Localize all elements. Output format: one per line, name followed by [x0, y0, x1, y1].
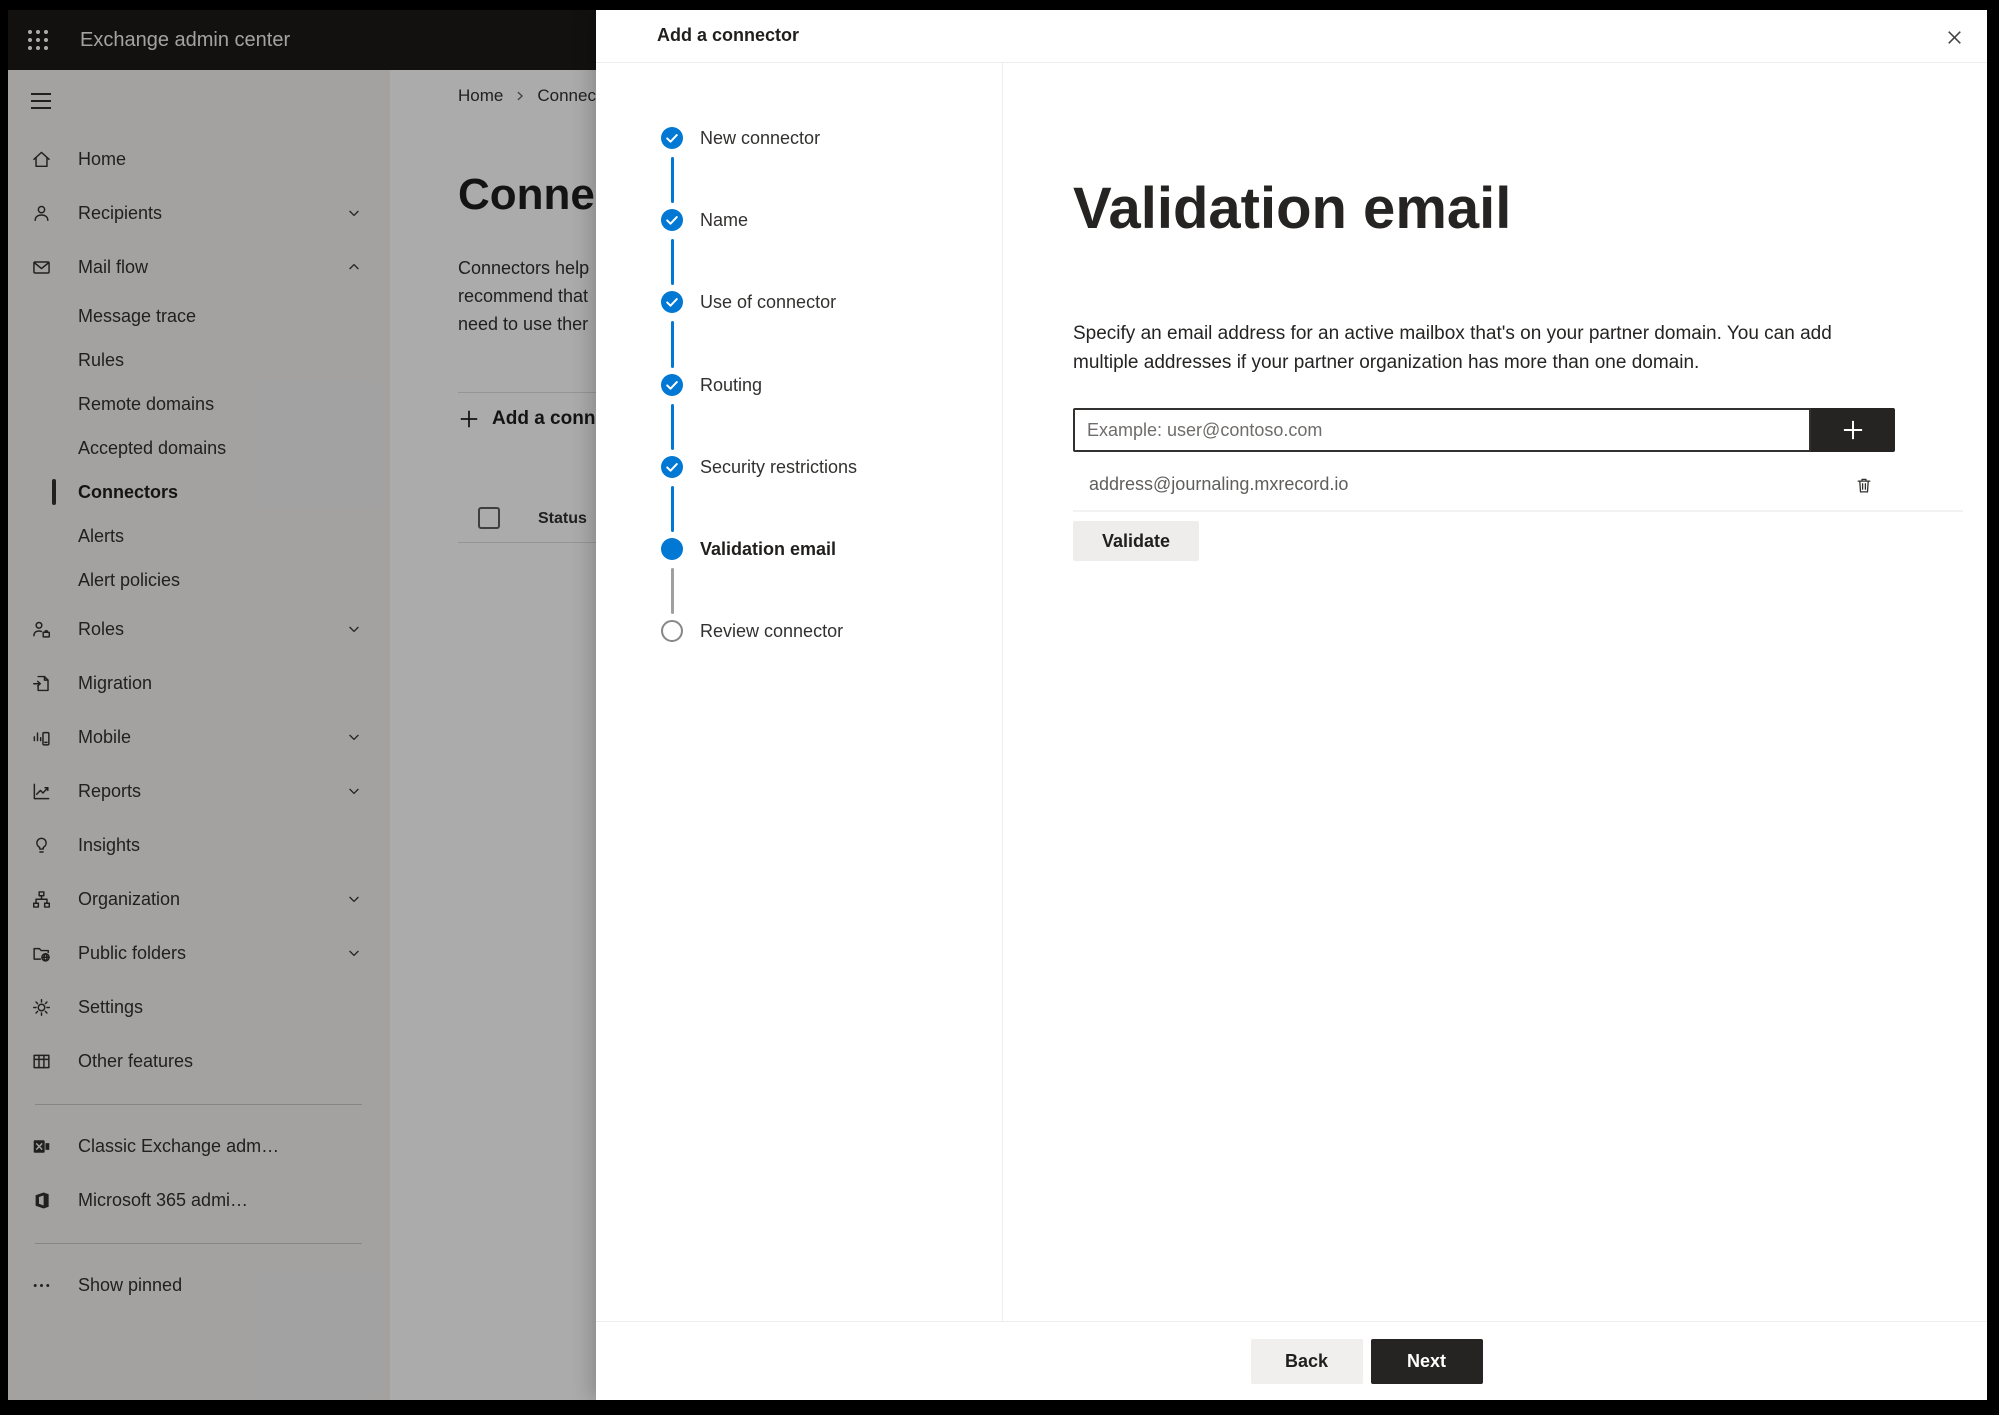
- step-connector-line: [670, 404, 674, 450]
- panel-footer: Back Next: [596, 1321, 1987, 1400]
- step-completed-icon: [661, 291, 683, 313]
- step-completed-icon: [661, 127, 683, 149]
- step-connector-line: [670, 486, 674, 532]
- step-current-icon: [661, 538, 683, 560]
- add-email-button[interactable]: [1811, 408, 1895, 452]
- step-content: Validation email Specify an email addres…: [1003, 63, 1987, 1321]
- step-connector-line: [670, 568, 674, 614]
- panel-header: Add a connector: [596, 10, 1987, 63]
- close-button[interactable]: [1935, 18, 1973, 56]
- trash-icon: [1857, 478, 1871, 493]
- panel-body: New connector Name Use of connector Rout…: [596, 63, 1987, 1321]
- back-button[interactable]: Back: [1250, 1338, 1363, 1384]
- add-connector-panel: Add a connector New connector Name Use o…: [596, 10, 1987, 1400]
- screenshot-frame: Exchange admin center Home Recipients Ma…: [0, 0, 1999, 1415]
- panel-title: Add a connector: [657, 25, 800, 45]
- step-heading: Validation email: [1073, 176, 1512, 241]
- step-description: Specify an email address for an active m…: [1073, 323, 1832, 373]
- step-upcoming-icon: [661, 620, 683, 642]
- next-button[interactable]: Next: [1370, 1338, 1483, 1384]
- address-list-item: address@journaling.mxrecord.io: [1073, 458, 1895, 510]
- email-input-row: [1073, 408, 1895, 452]
- step-connector-line: [670, 239, 674, 285]
- step-completed-icon: [661, 456, 683, 478]
- step-connector-line: [670, 321, 674, 368]
- email-input[interactable]: [1073, 408, 1811, 452]
- app-window: Exchange admin center Home Recipients Ma…: [8, 10, 1987, 1400]
- delete-address-button[interactable]: [1851, 472, 1877, 498]
- step-connector-line: [670, 157, 674, 203]
- address-list-divider: [1073, 510, 1963, 512]
- validate-button[interactable]: Validate: [1073, 521, 1199, 561]
- step-completed-icon: [661, 209, 683, 231]
- step-completed-icon: [661, 374, 683, 396]
- close-icon: [1947, 30, 1961, 44]
- wizard-steps: New connector Name Use of connector Rout…: [596, 63, 1003, 1321]
- plus-icon: [1843, 420, 1863, 440]
- address-email: address@journaling.mxrecord.io: [1089, 473, 1349, 494]
